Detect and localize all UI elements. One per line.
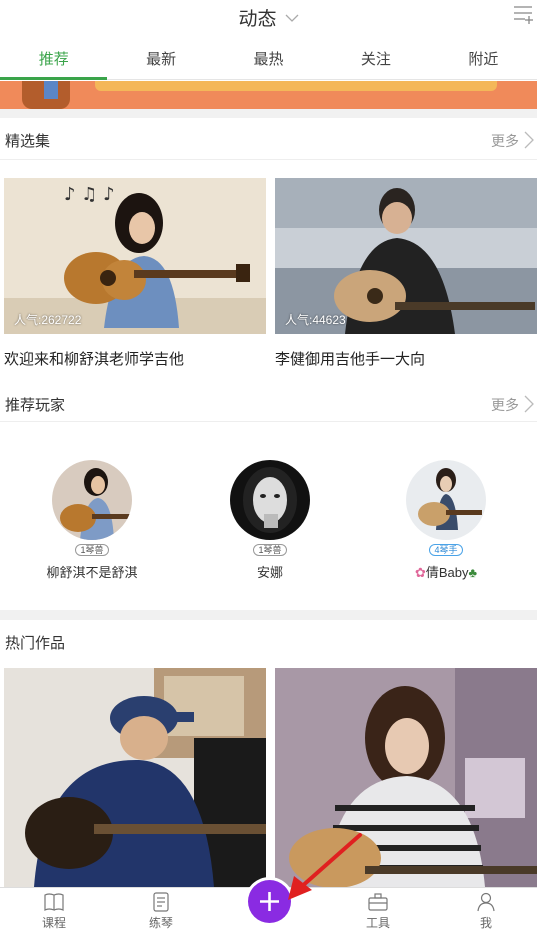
player-name: ✿倩Baby♣ [366, 562, 526, 581]
more-link[interactable]: 更多 [491, 395, 519, 415]
create-post-button[interactable] [248, 880, 291, 923]
popularity-count: 人气:262722 [14, 313, 82, 327]
feed-tabs: 推荐 最新 最热 关注 附近 [0, 40, 537, 80]
avatar [230, 460, 310, 540]
featured-section-header: 精选集 更多 [0, 118, 537, 160]
top-bar: 动态 [0, 0, 537, 40]
tab-latest[interactable]: 最新 [107, 40, 214, 79]
card-caption: 欢迎来和柳舒淇老师学吉他 [4, 351, 185, 368]
avatar [52, 460, 132, 540]
plus-icon [260, 892, 279, 911]
banner-text-strip [95, 81, 497, 91]
practice-icon [150, 892, 172, 912]
section-title: 推荐玩家 [5, 397, 66, 414]
chevron-down-icon [285, 6, 299, 28]
tab-hottest[interactable]: 最热 [215, 40, 322, 79]
svg-text:♪ ♫ ♪: ♪ ♫ ♪ [64, 184, 115, 205]
nav-item-tools[interactable]: 工具 [348, 892, 408, 931]
spacer [0, 160, 537, 178]
flower-icon: ✿ [414, 565, 426, 580]
nav-item-practice[interactable]: 练琴 [131, 892, 191, 931]
player-card[interactable]: 1琴兽 柳舒淇不是舒淇 [12, 460, 172, 581]
section-divider [0, 610, 537, 620]
toolbox-icon [367, 892, 389, 912]
featured-card-2[interactable]: 人气:44623 李健御用吉他手一大向 [275, 178, 537, 368]
player-name-text: 倩Baby [425, 565, 469, 580]
chevron-right-icon [523, 131, 535, 149]
level-badge: 1琴兽 [75, 544, 109, 556]
palm-tree-icon: ♣ [468, 565, 478, 580]
players-section-header: 推荐玩家 更多 [0, 382, 537, 422]
chevron-right-icon [523, 395, 535, 413]
hot-section-header: 热门作品 [0, 620, 537, 660]
page-title-dropdown[interactable]: 动态 [0, 4, 537, 31]
player-name: 柳舒淇不是舒淇 [46, 565, 138, 580]
popularity-count: 人气:44623 [285, 313, 346, 327]
nav-label: 工具 [365, 916, 390, 930]
page-title: 动态 [238, 9, 277, 30]
video-thumbnail [4, 668, 266, 887]
hot-card-2[interactable] [275, 668, 537, 887]
nav-label: 课程 [41, 916, 66, 930]
level-badge: 4琴手 [429, 544, 463, 556]
tab-nearby[interactable]: 附近 [430, 40, 537, 79]
nav-item-courses[interactable]: 课程 [24, 892, 84, 931]
featured-card-1[interactable]: ♪ ♫ ♪ 人气:262722 欢迎来和柳舒淇老师学吉他 [4, 178, 266, 368]
video-thumbnail [275, 668, 537, 887]
avatar [406, 460, 486, 540]
players-list: 1琴兽 柳舒淇不是舒淇 1琴兽 安娜 4琴手 ✿倩Baby♣ [0, 422, 537, 610]
banner-figure [44, 81, 58, 99]
nav-label: 练琴 [148, 916, 173, 930]
nav-label: 我 [479, 916, 492, 930]
nav-item-me[interactable]: 我 [456, 892, 516, 931]
level-badge: 1琴兽 [253, 544, 287, 556]
section-title: 精选集 [5, 133, 51, 150]
person-icon [475, 892, 497, 912]
tab-following[interactable]: 关注 [322, 40, 429, 79]
hot-card-1[interactable] [4, 668, 266, 887]
card-caption: 李健御用吉他手一大向 [275, 351, 426, 368]
promo-banner[interactable] [0, 81, 537, 109]
section-divider [0, 109, 537, 118]
section-title: 热门作品 [5, 635, 66, 652]
player-name: 安娜 [256, 565, 283, 580]
player-card[interactable]: 1琴兽 安娜 [190, 460, 350, 581]
book-icon [43, 892, 65, 912]
player-card[interactable]: 4琴手 ✿倩Baby♣ [366, 460, 526, 581]
more-link[interactable]: 更多 [491, 131, 519, 151]
tab-recommend[interactable]: 推荐 [0, 40, 108, 80]
menu-add-icon[interactable] [511, 2, 535, 26]
